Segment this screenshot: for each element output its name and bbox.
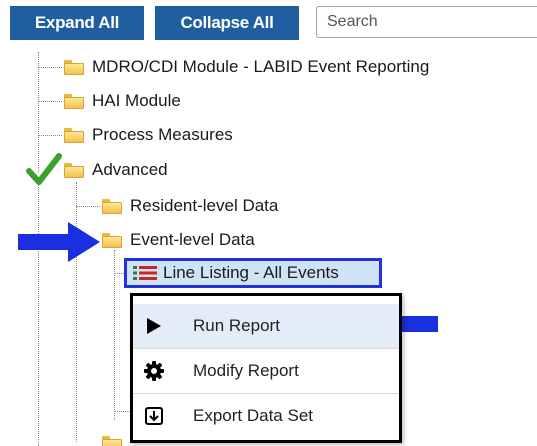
tree-line [38,67,62,68]
tree-node-resident[interactable]: Resident-level Data [102,193,278,219]
menu-item-modify-report[interactable]: Modify Report [133,349,399,393]
menu-item-run-report[interactable]: Run Report [133,304,399,348]
folder-icon [102,198,122,214]
expand-all-button[interactable]: Expand All [10,6,144,40]
menu-item-label: Run Report [193,316,280,335]
menu-item-label: Export Data Set [193,406,314,425]
tree-node-label: MDRO/CDI Module - LABID Event Reporting [92,57,430,76]
tree-node-label: Process Measures [92,125,233,144]
collapse-all-button[interactable]: Collapse All [155,6,299,40]
tree-line [76,206,100,207]
tree-node-label: HAI Module [92,91,181,110]
folder-icon [64,59,84,75]
arrow-right-icon [18,222,100,262]
gear-icon [143,360,165,382]
menu-item-label: Modify Report [193,361,299,380]
tree-node-label: Line Listing - All Events [163,263,339,282]
tree-line [114,273,124,274]
tree-line [114,250,115,420]
search-input[interactable] [316,6,537,38]
tree-node-partial[interactable] [102,436,130,446]
tree-node-process[interactable]: Process Measures [64,122,233,148]
folder-icon [102,436,122,446]
tree-line [38,101,62,102]
tree-node-event[interactable]: Event-level Data [102,227,255,253]
tree-line [114,411,130,412]
tree-node-advanced[interactable]: Advanced [64,157,168,183]
tree-node-mdro[interactable]: MDRO/CDI Module - LABID Event Reporting [64,54,429,80]
play-icon [143,315,165,337]
line-listing-icon [133,266,157,280]
folder-icon [102,232,122,248]
export-icon [143,405,165,427]
checkmark-icon [26,153,62,185]
tree-node-label: Event-level Data [130,230,255,249]
tree-node-hai[interactable]: HAI Module [64,88,181,114]
menu-item-export-data-set[interactable]: Export Data Set [133,394,399,438]
report-tree: MDRO/CDI Module - LABID Event Reporting … [0,0,537,446]
tree-line [38,135,62,136]
folder-icon [64,162,84,178]
toolbar: Expand All Collapse All [0,0,537,44]
folder-icon [64,127,84,143]
context-menu: Run Report Modify Report Export Data Set [130,293,402,443]
tree-node-label: Resident-level Data [130,196,279,215]
folder-icon [64,93,84,109]
tree-node-label: Advanced [92,160,168,179]
tree-node-line-listing[interactable]: Line Listing - All Events [124,258,382,288]
